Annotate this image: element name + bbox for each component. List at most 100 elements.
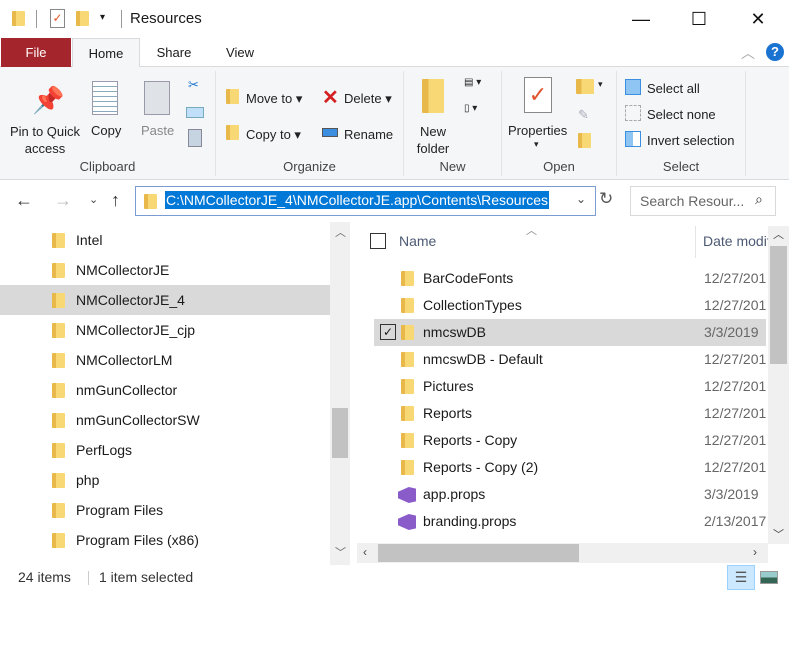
visual-studio-file-icon	[398, 514, 416, 530]
list-vscroll-thumb[interactable]	[770, 246, 787, 364]
new-group-label: New	[439, 159, 466, 174]
easy-access-button[interactable]: ▯ ▾	[464, 103, 477, 114]
nav-item[interactable]: NMCollectorJE_4	[0, 285, 330, 315]
address-path[interactable]: C:\NMCollectorJE_4\NMCollectorJE.app\Con…	[165, 191, 550, 209]
tab-file[interactable]: File	[1, 38, 71, 67]
details-view-button[interactable]: ☰	[727, 565, 755, 590]
maximize-button[interactable]: ☐	[676, 4, 722, 34]
new-item-button[interactable]: ▤ ▾	[464, 77, 481, 88]
file-list: Name ︿ Date modified BarCodeFonts 12/27/2…	[356, 222, 789, 565]
file-row[interactable]: Reports 12/27/201	[374, 400, 766, 427]
properties-qat-icon[interactable]: ✓	[50, 9, 65, 28]
paste-shortcut-icon[interactable]	[188, 129, 202, 147]
folder-icon	[144, 194, 157, 209]
paste-button[interactable]: Paste	[141, 123, 174, 138]
refresh-button[interactable]: ↻	[599, 189, 613, 209]
nav-item[interactable]: Intel	[0, 225, 330, 255]
nav-item[interactable]: php	[0, 465, 330, 495]
edit-icon[interactable]: ✎	[578, 107, 589, 123]
list-horizontal-scrollbar[interactable]: ‹ ›	[357, 543, 768, 563]
minimize-button[interactable]: —	[618, 4, 664, 34]
file-row[interactable]: branding.props 2/13/2017	[374, 508, 766, 535]
copy-path-icon[interactable]	[186, 107, 204, 118]
invert-selection-button[interactable]: Invert selection	[647, 133, 734, 148]
file-name: Reports - Copy	[423, 432, 518, 448]
file-row[interactable]: app.props 3/3/2019	[374, 481, 766, 508]
select-all-button[interactable]: Select all	[647, 81, 700, 96]
tab-share[interactable]: Share	[140, 38, 208, 67]
nav-scrollbar-thumb[interactable]	[332, 408, 348, 458]
scroll-down-icon[interactable]: ﹀	[335, 544, 346, 560]
collapse-ribbon-icon[interactable]: ︿	[741, 43, 755, 63]
select-group: Select all Select none Invert selection …	[617, 71, 746, 176]
nav-item[interactable]: NMCollectorJE	[0, 255, 330, 285]
file-date: 12/27/201	[704, 378, 766, 394]
search-input[interactable]: Search Resour... ⌕	[630, 186, 776, 216]
nav-item[interactable]: NMCollectorLM	[0, 345, 330, 375]
close-button[interactable]: ✕	[735, 4, 781, 34]
column-header-name[interactable]: Name	[399, 233, 436, 249]
tab-view[interactable]: View	[206, 38, 274, 67]
qat-dropdown-icon[interactable]: ▾	[100, 12, 105, 23]
column-divider[interactable]	[695, 226, 696, 258]
rename-button[interactable]: Rename	[344, 127, 393, 142]
organize-group-label: Organize	[283, 159, 336, 174]
file-row[interactable]: Pictures 12/27/201	[374, 373, 766, 400]
file-row[interactable]: Reports - Copy (2) 12/27/201	[374, 454, 766, 481]
column-header-date[interactable]: Date modified	[703, 233, 768, 249]
cut-icon[interactable]: ✂	[188, 77, 199, 93]
copy-icon	[92, 81, 118, 115]
list-vertical-scrollbar[interactable]: ︿ ﹀	[768, 226, 789, 544]
delete-button[interactable]: Delete ▾	[344, 91, 392, 107]
move-to-button[interactable]: Move to ▾	[246, 91, 302, 107]
copy-to-button[interactable]: Copy to ▾	[246, 127, 301, 143]
file-row[interactable]: CollectionTypes 12/27/201	[374, 292, 766, 319]
tab-home[interactable]: Home	[72, 38, 140, 68]
file-date: 2/13/2017	[704, 513, 766, 529]
invert-selection-icon	[625, 131, 641, 147]
file-row[interactable]: Reports - Copy 12/27/201	[374, 427, 766, 454]
scroll-left-icon[interactable]: ‹	[363, 545, 367, 559]
properties-button[interactable]: Properties	[508, 123, 567, 138]
back-button[interactable]: ←	[15, 190, 33, 211]
file-row[interactable]: BarCodeFonts 12/27/201	[374, 265, 766, 292]
nav-item[interactable]: PerfLogs	[0, 435, 330, 465]
nav-item[interactable]: nmGunCollectorSW	[0, 405, 330, 435]
folder-icon	[52, 383, 65, 398]
scroll-right-icon[interactable]: ›	[753, 545, 757, 559]
up-button[interactable]: ↑	[111, 190, 120, 211]
forward-button[interactable]: →	[54, 190, 72, 211]
properties-dropdown-icon[interactable]: ▾	[534, 139, 539, 150]
history-icon[interactable]	[578, 133, 591, 148]
file-name: nmcswDB - Default	[423, 351, 543, 367]
select-none-button[interactable]: Select none	[647, 107, 716, 122]
large-icons-view-button[interactable]	[760, 571, 778, 584]
open-dropdown-icon[interactable]: ▾	[598, 79, 603, 90]
scroll-up-icon[interactable]: ︿	[773, 226, 784, 242]
file-row[interactable]: nmcswDB - Default 12/27/201	[374, 346, 766, 373]
recent-locations-button[interactable]: ⌄	[89, 193, 98, 206]
file-row[interactable]: ✓ nmcswDB 3/3/2019	[374, 319, 766, 346]
open-group-label: Open	[543, 159, 575, 174]
new-folder-qat-icon[interactable]	[76, 11, 89, 26]
help-icon[interactable]: ?	[766, 43, 784, 61]
address-input[interactable]: C:\NMCollectorJE_4\NMCollectorJE.app\Con…	[135, 186, 596, 216]
select-all-checkbox[interactable]	[370, 233, 386, 249]
nav-item[interactable]: Program Files (x86)	[0, 525, 330, 555]
copy-button[interactable]: Copy	[91, 123, 121, 138]
new-folder-button[interactable]: New folder	[414, 123, 452, 157]
folder-icon	[401, 352, 414, 367]
nav-item[interactable]: Program Files	[0, 495, 330, 525]
nav-item[interactable]: nmGunCollector	[0, 375, 330, 405]
nav-item-label: Program Files (x86)	[76, 532, 199, 548]
navigation-pane: Intel NMCollectorJE NMCollectorJE_4 NMColle…	[0, 222, 350, 565]
row-checkbox[interactable]: ✓	[380, 324, 396, 340]
nav-scrollbar[interactable]: ︿ ﹀	[330, 222, 350, 565]
scroll-up-icon[interactable]: ︿	[335, 224, 346, 240]
list-hscroll-thumb[interactable]	[378, 544, 579, 562]
pin-to-quick-access-button[interactable]: Pin to Quick access	[6, 123, 84, 157]
scroll-down-icon[interactable]: ﹀	[773, 526, 784, 542]
open-icon[interactable]	[576, 79, 594, 94]
nav-item[interactable]: NMCollectorJE_cjp	[0, 315, 330, 345]
address-dropdown-icon[interactable]: ⌄	[576, 192, 586, 206]
